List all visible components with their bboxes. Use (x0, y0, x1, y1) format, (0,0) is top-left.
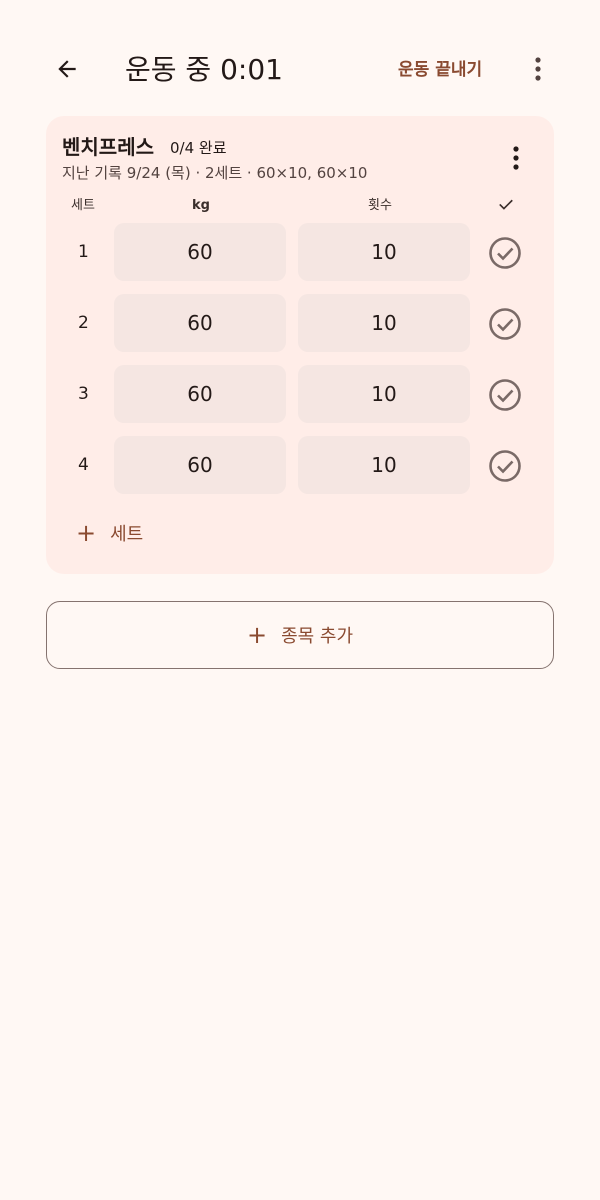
weight-input[interactable]: 60 (114, 436, 286, 494)
plus-icon: + (246, 621, 268, 649)
exercise-name: 벤치프레스 (62, 135, 154, 159)
weight-input[interactable]: 60 (114, 223, 286, 281)
column-header-check (496, 194, 516, 221)
finish-workout-button[interactable]: 운동 끝내기 (398, 55, 482, 85)
more-vert-icon (535, 57, 541, 81)
weight-input[interactable]: 60 (114, 365, 286, 423)
reps-input[interactable]: 10 (298, 365, 470, 423)
reps-input[interactable]: 10 (298, 436, 470, 494)
set-number: 2 (78, 313, 89, 333)
check-circle-icon[interactable] (488, 378, 522, 412)
back-button[interactable] (46, 48, 88, 90)
check-circle-icon[interactable] (488, 449, 522, 483)
exercise-progress: 0/4 완료 (170, 139, 227, 157)
set-row: 4 60 10 (46, 436, 554, 494)
add-set-button[interactable]: + 세트 (76, 518, 143, 548)
plus-icon: + (76, 519, 97, 547)
check-icon (499, 199, 513, 210)
more-vert-icon (513, 146, 519, 170)
reps-input[interactable]: 10 (298, 294, 470, 352)
column-header-kg: kg (192, 198, 210, 213)
check-circle-icon[interactable] (488, 236, 522, 270)
reps-input[interactable]: 10 (298, 223, 470, 281)
column-header-set: 세트 (71, 198, 95, 213)
add-set-label: 세트 (110, 524, 144, 545)
exercise-card: 벤치프레스 0/4 완료 지난 기록 9/24 (목) · 2세트 · 60×1… (46, 116, 554, 574)
arrow-left-icon (58, 60, 76, 78)
set-number: 4 (78, 455, 89, 475)
check-circle-icon[interactable] (488, 307, 522, 341)
page-title: 운동 중 0:01 (125, 53, 283, 86)
exercise-more-button[interactable] (498, 142, 534, 174)
column-header-reps: 횟수 (368, 198, 392, 213)
set-row: 1 60 10 (46, 223, 554, 281)
set-number: 1 (78, 242, 89, 262)
set-number: 3 (78, 384, 89, 404)
set-row: 2 60 10 (46, 294, 554, 352)
set-row: 3 60 10 (46, 365, 554, 423)
more-options-button[interactable] (520, 48, 556, 90)
add-exercise-label: 종목 추가 (281, 626, 354, 647)
exercise-history: 지난 기록 9/24 (목) · 2세트 · 60×10, 60×10 (62, 164, 368, 182)
weight-input[interactable]: 60 (114, 294, 286, 352)
add-exercise-button[interactable]: + 종목 추가 (46, 601, 554, 669)
